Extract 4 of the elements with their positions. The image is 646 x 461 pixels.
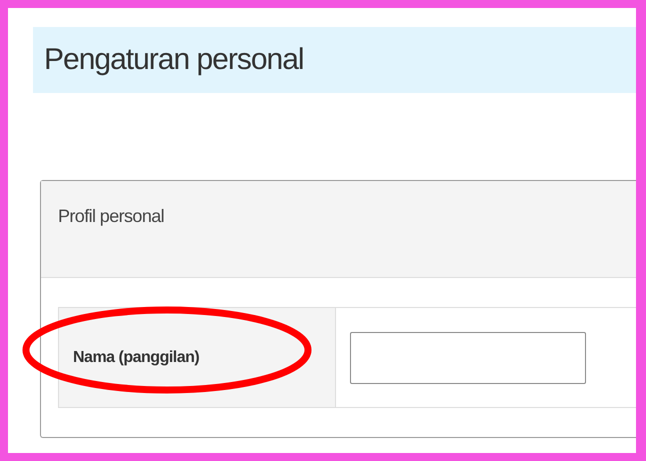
- field-label: Nama (panggilan): [73, 348, 200, 368]
- page-title: Pengaturan personal: [44, 45, 304, 75]
- nickname-input[interactable]: [350, 332, 586, 384]
- panel-title: Profil personal: [58, 206, 164, 226]
